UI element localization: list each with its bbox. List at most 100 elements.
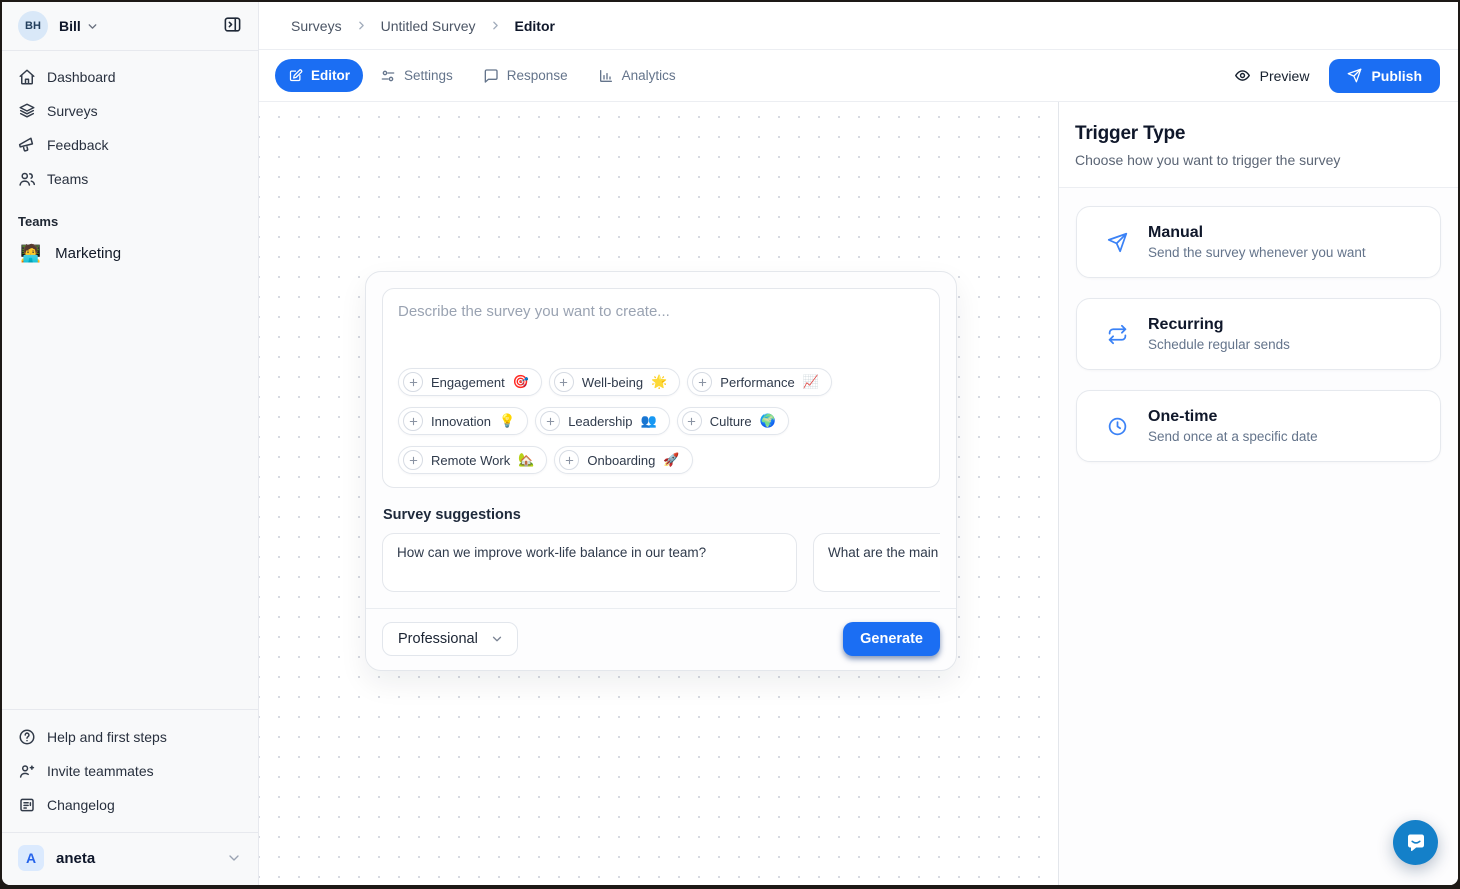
plus-icon bbox=[403, 411, 423, 431]
suggestion-card[interactable]: How can we improve work-life balance in … bbox=[382, 533, 797, 592]
editor-toolbar: Editor Settings Response Analytics bbox=[259, 50, 1458, 102]
trigger-option-title: Manual bbox=[1148, 224, 1366, 242]
sidebar-item-feedback[interactable]: Feedback bbox=[10, 128, 250, 162]
tab-label: Response bbox=[507, 68, 568, 83]
sidebar-item-changelog[interactable]: Changelog bbox=[10, 788, 250, 822]
sliders-icon bbox=[380, 68, 396, 84]
chip-emoji-icon: 📈 bbox=[803, 374, 819, 390]
tab-label: Settings bbox=[404, 68, 453, 83]
topic-chip-innovation[interactable]: Innovation 💡 bbox=[398, 407, 528, 435]
chip-label: Remote Work bbox=[431, 453, 510, 468]
sidebar-footer-nav: Help and first steps Invite teammates Ch… bbox=[2, 709, 258, 832]
workspace-switcher[interactable]: BH Bill bbox=[2, 2, 258, 51]
user-menu[interactable]: A aneta bbox=[2, 832, 258, 885]
chevron-down-icon bbox=[226, 850, 242, 866]
chat-widget-button[interactable] bbox=[1393, 820, 1438, 865]
generate-button[interactable]: Generate bbox=[843, 622, 940, 656]
preview-label: Preview bbox=[1260, 68, 1310, 84]
chip-label: Leadership bbox=[568, 414, 632, 429]
chevron-right-icon bbox=[489, 19, 502, 32]
trigger-panel-header: Trigger Type Choose how you want to trig… bbox=[1059, 102, 1458, 188]
content-area: Describe the survey you want to create..… bbox=[259, 102, 1458, 885]
sidebar-item-dashboard[interactable]: Dashboard bbox=[10, 60, 250, 94]
panel-title: Trigger Type bbox=[1075, 123, 1442, 145]
home-icon bbox=[18, 68, 36, 86]
trigger-options: Manual Send the survey whenever you want… bbox=[1059, 188, 1458, 480]
trigger-option-text: Recurring Schedule regular sends bbox=[1148, 316, 1290, 352]
topic-chip-remote-work[interactable]: Remote Work 🏡 bbox=[398, 446, 547, 474]
chip-emoji-icon: 🌍 bbox=[760, 413, 776, 429]
publish-button[interactable]: Publish bbox=[1329, 59, 1440, 93]
chip-emoji-icon: 💡 bbox=[499, 413, 515, 429]
topic-chip-wellbeing[interactable]: Well-being 🌟 bbox=[549, 368, 680, 396]
trigger-option-title: Recurring bbox=[1148, 316, 1290, 334]
chevron-down-icon bbox=[86, 20, 99, 33]
chip-label: Innovation bbox=[431, 414, 491, 429]
topic-chips: Engagement 🎯 Well-being 🌟 Performance bbox=[398, 368, 924, 474]
breadcrumb: Surveys Untitled Survey Editor bbox=[259, 2, 1458, 50]
sidebar-nav: Dashboard Surveys Feedback Teams bbox=[2, 51, 258, 196]
trigger-option-manual[interactable]: Manual Send the survey whenever you want bbox=[1076, 206, 1441, 278]
trigger-option-description: Send once at a specific date bbox=[1148, 429, 1318, 444]
main-column: Surveys Untitled Survey Editor Editor bbox=[259, 2, 1458, 885]
sidebar-item-label: Dashboard bbox=[47, 69, 116, 85]
clock-icon bbox=[1107, 416, 1128, 437]
workspace-name: Bill bbox=[59, 18, 81, 34]
survey-composer-card: Describe the survey you want to create..… bbox=[365, 271, 957, 671]
chip-label: Performance bbox=[720, 375, 794, 390]
editor-canvas[interactable]: Describe the survey you want to create..… bbox=[259, 102, 1058, 885]
suggestions-row: How can we improve work-life balance in … bbox=[382, 533, 940, 592]
plus-icon bbox=[559, 450, 579, 470]
sidebar-item-teams[interactable]: Teams bbox=[10, 162, 250, 196]
team-emoji-icon: 🧑‍💻 bbox=[20, 245, 41, 262]
chip-label: Engagement bbox=[431, 375, 505, 390]
topic-chip-performance[interactable]: Performance 📈 bbox=[687, 368, 832, 396]
plus-icon bbox=[682, 411, 702, 431]
chip-emoji-icon: 👥 bbox=[641, 413, 657, 429]
app-window: BH Bill Dashboard Surv bbox=[2, 2, 1458, 885]
suggestion-card[interactable]: What are the main ob bbox=[813, 533, 940, 592]
changelog-icon bbox=[18, 796, 36, 814]
tab-analytics[interactable]: Analytics bbox=[585, 59, 689, 93]
tab-label: Editor bbox=[311, 68, 350, 83]
tone-select[interactable]: Professional bbox=[382, 622, 518, 656]
topic-chip-culture[interactable]: Culture 🌍 bbox=[677, 407, 789, 435]
plus-icon bbox=[692, 372, 712, 392]
tab-settings[interactable]: Settings bbox=[367, 59, 466, 93]
tab-response[interactable]: Response bbox=[470, 59, 581, 93]
sidebar-item-surveys[interactable]: Surveys bbox=[10, 94, 250, 128]
team-name: Marketing bbox=[55, 245, 121, 262]
topic-chip-engagement[interactable]: Engagement 🎯 bbox=[398, 368, 542, 396]
chat-bubble-icon bbox=[1404, 831, 1428, 855]
sidebar-item-label: Invite teammates bbox=[47, 763, 154, 779]
sidebar-team-marketing[interactable]: 🧑‍💻 Marketing bbox=[10, 235, 250, 271]
breadcrumb-survey-name[interactable]: Untitled Survey bbox=[381, 18, 476, 34]
trigger-option-one-time[interactable]: One-time Send once at a specific date bbox=[1076, 390, 1441, 462]
sidebar-item-label: Surveys bbox=[47, 103, 98, 119]
topic-chip-leadership[interactable]: Leadership 👥 bbox=[535, 407, 670, 435]
chevron-right-icon bbox=[355, 19, 368, 32]
trigger-option-recurring[interactable]: Recurring Schedule regular sends bbox=[1076, 298, 1441, 370]
trigger-option-description: Schedule regular sends bbox=[1148, 337, 1290, 352]
chip-emoji-icon: 🚀 bbox=[663, 452, 679, 468]
sidebar-item-label: Changelog bbox=[47, 797, 115, 813]
trigger-type-panel: Trigger Type Choose how you want to trig… bbox=[1058, 102, 1458, 885]
topic-chip-onboarding[interactable]: Onboarding 🚀 bbox=[554, 446, 692, 474]
sidebar-item-invite[interactable]: Invite teammates bbox=[10, 754, 250, 788]
send-icon bbox=[1107, 232, 1128, 253]
collapse-sidebar-button[interactable] bbox=[219, 11, 246, 41]
megaphone-icon bbox=[18, 136, 36, 154]
breadcrumb-surveys[interactable]: Surveys bbox=[291, 18, 342, 34]
layers-icon bbox=[18, 102, 36, 120]
sidebar-item-help[interactable]: Help and first steps bbox=[10, 720, 250, 754]
preview-button[interactable]: Preview bbox=[1224, 59, 1320, 92]
chevron-down-icon bbox=[490, 632, 504, 646]
composer-footer: Professional Generate bbox=[366, 608, 956, 670]
sidebar: BH Bill Dashboard Surv bbox=[2, 2, 259, 885]
publish-label: Publish bbox=[1371, 68, 1422, 84]
survey-description-input[interactable]: Describe the survey you want to create..… bbox=[382, 288, 940, 488]
user-plus-icon bbox=[18, 762, 36, 780]
chip-label: Onboarding bbox=[587, 453, 655, 468]
users-icon bbox=[18, 170, 36, 188]
tab-editor[interactable]: Editor bbox=[275, 59, 363, 92]
